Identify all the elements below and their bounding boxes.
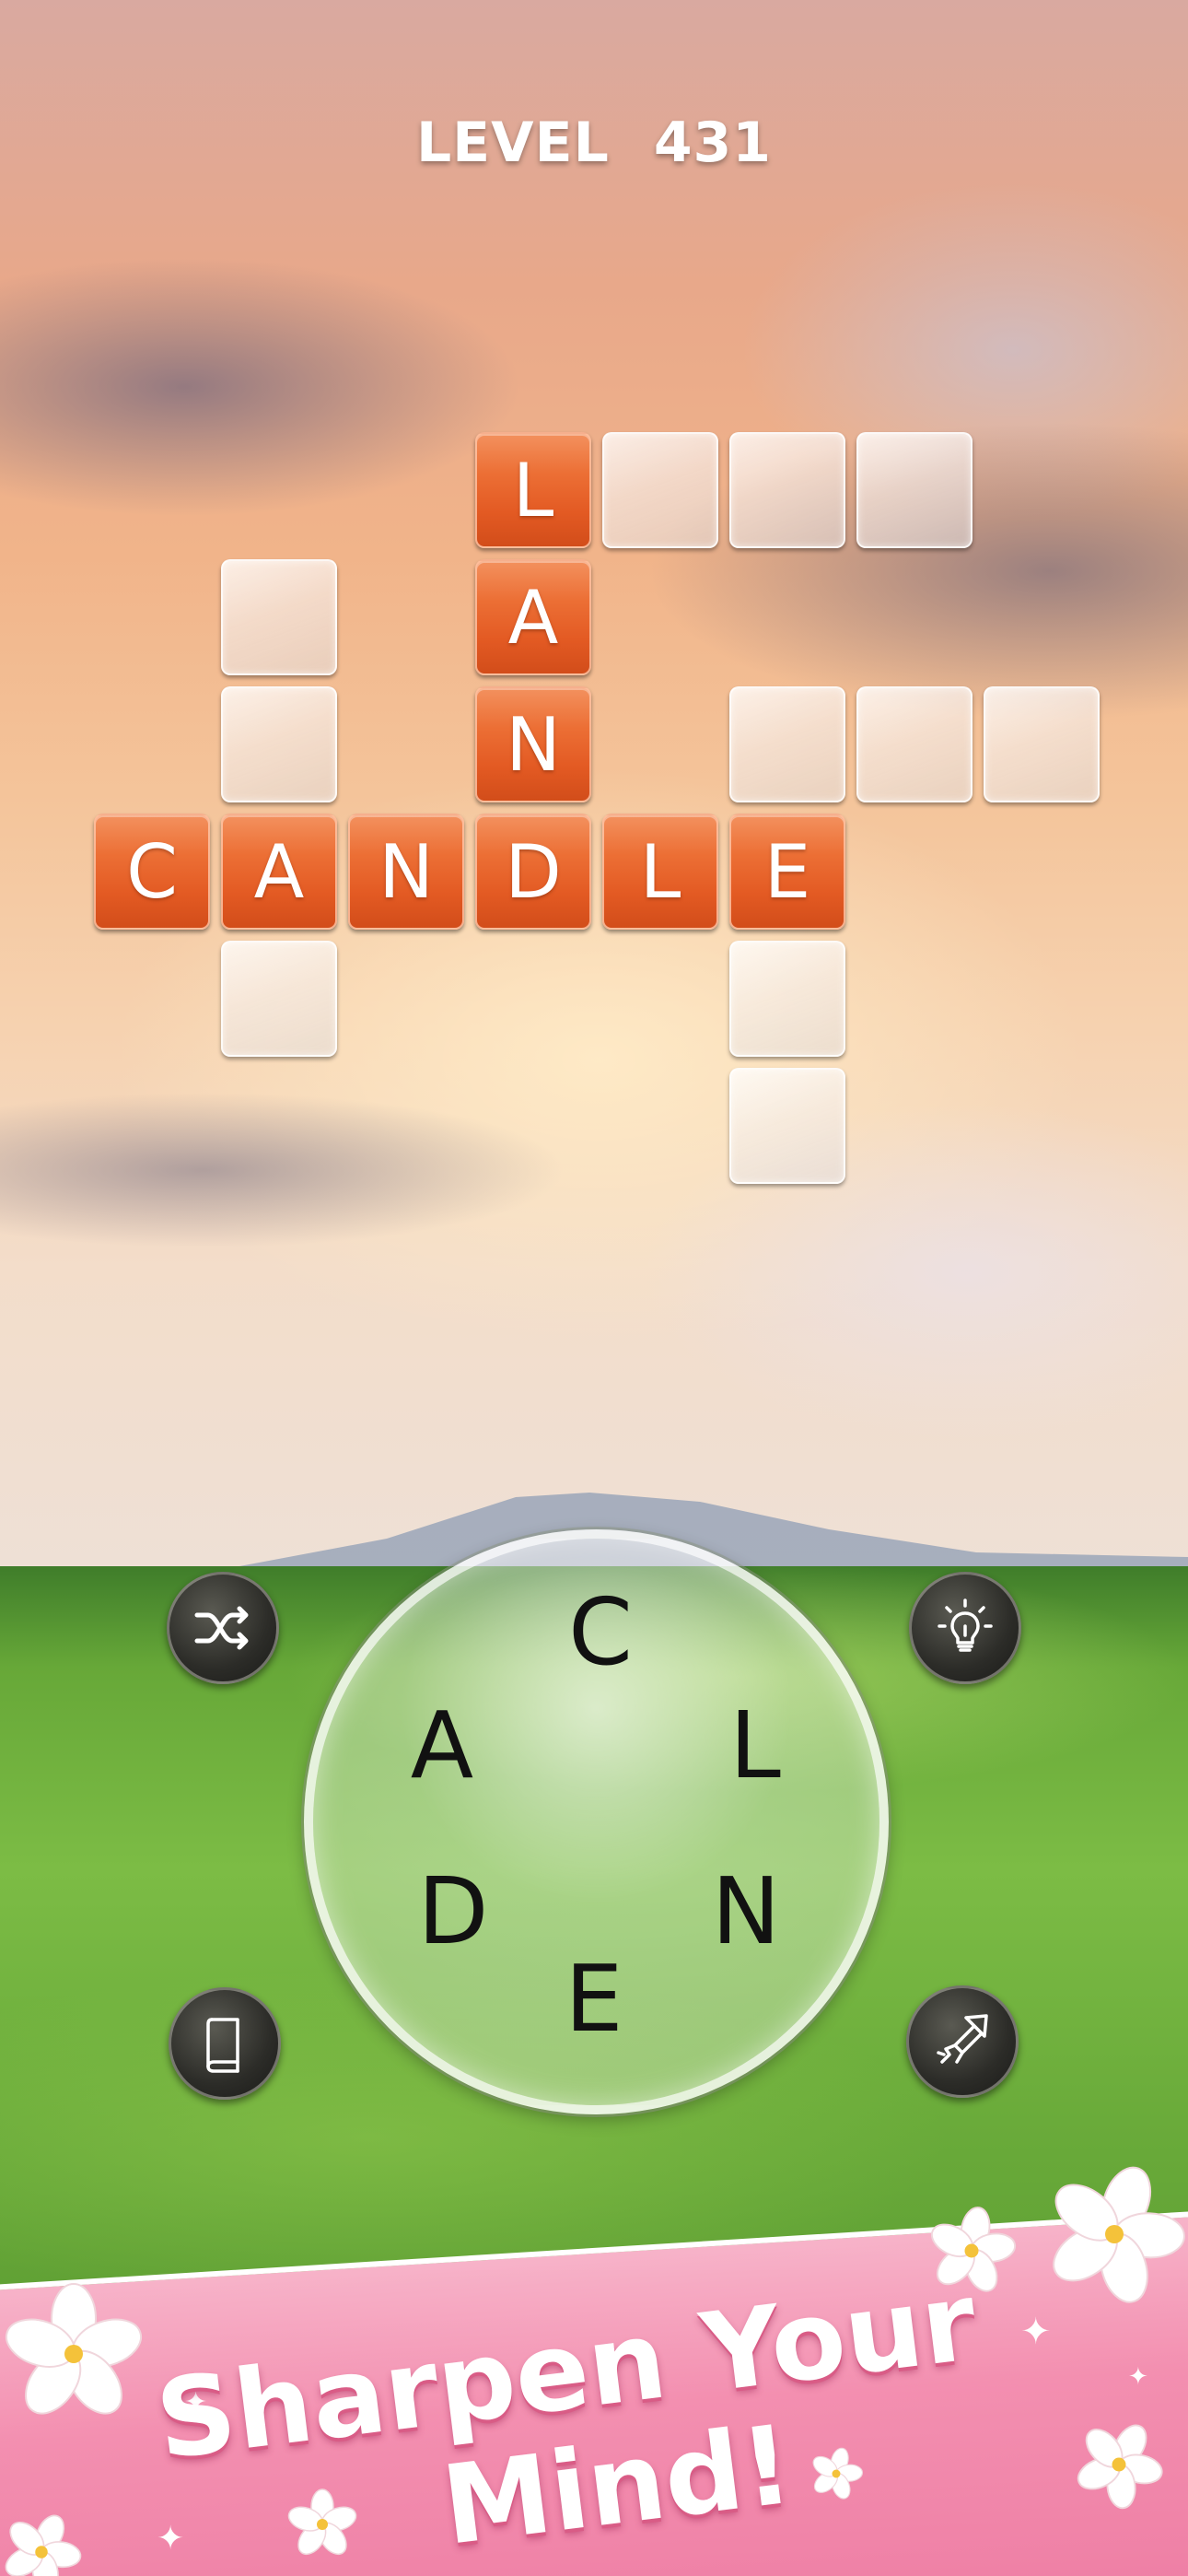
level-label: LEVEL <box>415 111 610 175</box>
empty-tile <box>221 559 337 675</box>
letter-tile: L <box>475 432 591 548</box>
book-icon <box>206 2018 239 2073</box>
letter-tile: A <box>221 814 337 930</box>
level-number: 431 <box>653 111 773 175</box>
empty-tile <box>221 686 337 802</box>
wheel-letter[interactable]: C <box>545 1577 656 1688</box>
game-screen: LEVEL 431 LANCANDLE C L N E D A ✦ ✦ ✦ ✦ … <box>0 0 1188 2576</box>
empty-tile <box>729 686 845 802</box>
dictionary-button[interactable] <box>169 1987 281 2100</box>
wheel-letter[interactable]: D <box>398 1856 508 1967</box>
letter-tile: N <box>348 814 464 930</box>
letter-tile: N <box>475 686 591 802</box>
empty-tile <box>729 432 845 548</box>
empty-tile <box>856 432 973 548</box>
level-indicator: LEVEL 431 <box>0 111 1188 175</box>
wheel-letter[interactable]: E <box>539 1944 649 2055</box>
letter-wheel[interactable]: C L N E D A <box>304 1529 889 2114</box>
shuffle-icon <box>194 1606 249 1650</box>
wheel-letter[interactable]: L <box>700 1691 810 1801</box>
letter-tile: E <box>729 814 845 930</box>
wheel-letter[interactable]: A <box>387 1691 497 1801</box>
empty-tile <box>984 686 1100 802</box>
shuffle-button[interactable] <box>167 1572 279 1684</box>
hint-button[interactable] <box>909 1572 1021 1684</box>
empty-tile <box>729 941 845 1057</box>
empty-tile <box>221 941 337 1057</box>
firework-hint-button[interactable] <box>906 1985 1019 2098</box>
wheel-letter[interactable]: N <box>691 1856 801 1967</box>
empty-tile <box>729 1068 845 1184</box>
letter-tile: L <box>602 814 718 930</box>
lightbulb-icon <box>938 1598 993 1652</box>
firework-icon <box>937 2014 988 2064</box>
letter-tile: C <box>94 814 210 930</box>
letter-tile: A <box>475 559 591 675</box>
letter-tile: D <box>475 814 591 930</box>
empty-tile <box>602 432 718 548</box>
empty-tile <box>856 686 973 802</box>
